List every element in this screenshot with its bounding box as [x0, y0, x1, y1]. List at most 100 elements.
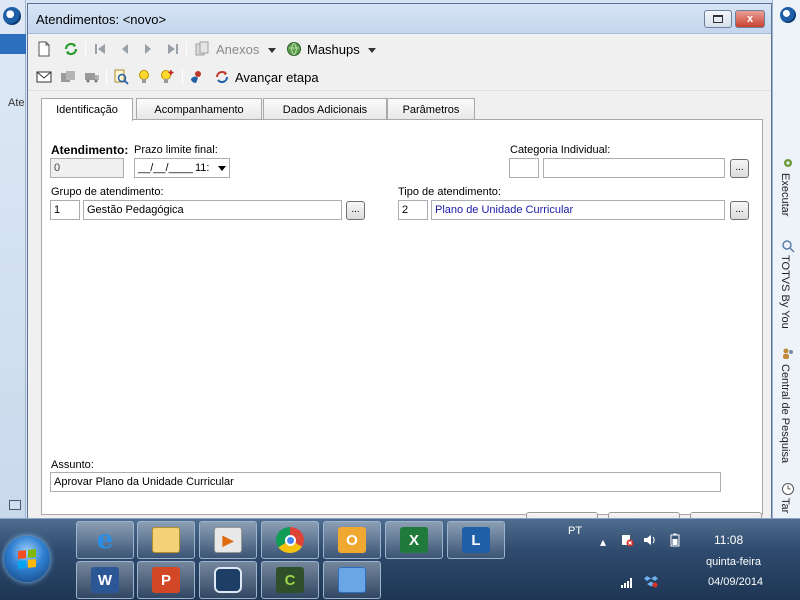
background-left-pane: Ate [0, 0, 26, 518]
control-panel-icon [338, 567, 366, 593]
people-icon [781, 346, 795, 360]
prazo-dropdown-icon[interactable] [218, 166, 226, 171]
toolbar-separator [182, 69, 183, 85]
taskbar-control-panel[interactable] [323, 561, 381, 599]
truck-icon [84, 69, 100, 85]
windows-logo-icon [18, 549, 36, 569]
battery-icon[interactable] [668, 533, 682, 547]
categoria-label: Categoria Individual: [510, 144, 611, 156]
toolbar-primary: Anexos Mashups [28, 35, 771, 63]
categoria-lookup-button[interactable]: ... [730, 159, 749, 178]
internet-explorer-icon: e [96, 525, 114, 555]
clock-time[interactable]: 11:08 [714, 533, 743, 547]
toolbar-separator [85, 41, 86, 57]
grupo-name-field[interactable]: Gestão Pedagógica [83, 200, 342, 220]
first-record-icon[interactable] [92, 41, 108, 57]
virtualbox-icon [214, 567, 242, 593]
prazo-limite-field[interactable]: __/__/____ 11: [134, 158, 230, 178]
volume-icon[interactable] [643, 533, 657, 547]
envelope-icon[interactable] [36, 69, 52, 85]
avancar-etapa-button[interactable]: Avançar etapa [235, 70, 319, 85]
search-document-icon[interactable] [113, 69, 129, 85]
tab-dados-adicionais[interactable]: Dados Adicionais [263, 98, 387, 120]
mashups-button[interactable]: Mashups [307, 42, 360, 57]
refresh-icon[interactable] [63, 41, 79, 57]
taskbar-excel[interactable]: X [385, 521, 443, 559]
lightbulb-icon[interactable] [136, 69, 152, 85]
tipo-atendimento-label: Tipo de atendimento: [398, 186, 501, 198]
grupo-lookup-button[interactable]: ... [346, 201, 365, 220]
taskbar-lync[interactable]: L [447, 521, 505, 559]
attachment-icon [194, 41, 210, 57]
powerpoint-icon: P [152, 567, 180, 593]
side-tab-executar[interactable]: Executar [779, 173, 791, 216]
action-center-icon[interactable] [620, 533, 634, 547]
tab-parametros[interactable]: Parâmetros [387, 98, 475, 120]
toolbar-separator [106, 69, 107, 85]
last-record-icon[interactable] [165, 41, 181, 57]
chrome-icon [276, 527, 304, 553]
tipo-code-field[interactable]: 2 [398, 200, 428, 220]
taskbar-word[interactable]: W [76, 561, 134, 599]
camtasia-icon: C [276, 567, 304, 593]
search-icon [781, 239, 795, 253]
toolbar-secondary: Avançar etapa [28, 63, 771, 91]
toolbar-separator [186, 41, 187, 57]
tab-acompanhamento[interactable]: Acompanhamento [136, 98, 262, 120]
excel-icon: X [400, 527, 428, 553]
taskbar-internet-explorer[interactable]: e [76, 521, 134, 559]
word-icon: W [91, 567, 119, 593]
advance-stage-icon[interactable] [214, 69, 230, 85]
window-titlebar[interactable]: Atendimentos: <novo> x [28, 4, 771, 34]
prazo-date-value: __/__/____ [138, 162, 194, 174]
dropbox-icon[interactable] [644, 574, 658, 588]
previous-record-icon[interactable] [117, 41, 133, 57]
taskbar-outlook[interactable]: O [323, 521, 381, 559]
start-button[interactable] [4, 536, 50, 582]
categoria-name-field[interactable] [543, 158, 725, 178]
new-document-icon[interactable] [36, 41, 52, 57]
background-left-label: Ate [8, 97, 25, 109]
taskbar-camtasia[interactable]: C [261, 561, 319, 599]
lightbulb-plus-icon[interactable] [159, 69, 175, 85]
side-tab-central-de-pesquisa[interactable]: Central de Pesquisa [779, 364, 791, 463]
anexos-dropdown-icon[interactable] [268, 48, 276, 53]
outlook-icon: O [338, 527, 366, 553]
mashups-globe-icon [286, 41, 302, 57]
anexos-button: Anexos [216, 42, 260, 57]
phone-person-icon[interactable] [189, 69, 205, 85]
tipo-name-field[interactable]: Plano de Unidade Curricular [431, 200, 725, 220]
chrome-center-icon [284, 534, 296, 546]
close-button[interactable]: x [735, 10, 765, 28]
background-right-pane: Executar TOTVS By You Central de Pesquis… [772, 0, 800, 518]
taskbar-file-explorer[interactable] [137, 521, 195, 559]
next-record-icon[interactable] [140, 41, 156, 57]
restore-icon [713, 15, 723, 23]
restore-button[interactable] [704, 10, 732, 28]
network-signal-icon[interactable] [620, 575, 634, 589]
window-title: Atendimentos: <novo> [36, 12, 167, 27]
clock-icon [781, 482, 795, 496]
taskbar-media-player[interactable]: ▶ [199, 521, 257, 559]
prazo-limite-label: Prazo limite final: [134, 144, 218, 156]
monitor-icon[interactable] [9, 500, 21, 510]
side-tab-totvs-by-you[interactable]: TOTVS By You [779, 255, 791, 329]
grupo-code-field[interactable]: 1 [50, 200, 80, 220]
show-hidden-icons-icon[interactable]: ▴ [596, 535, 610, 549]
help-logo-icon[interactable] [780, 7, 796, 23]
background-ribbon-tab[interactable] [0, 34, 26, 54]
categoria-code-field[interactable] [509, 158, 539, 178]
side-tab-tar[interactable]: Tar [779, 498, 791, 513]
transfer-icon [60, 69, 76, 85]
mashups-dropdown-icon[interactable] [368, 48, 376, 53]
language-indicator[interactable]: PT [568, 525, 582, 537]
tab-identificacao[interactable]: Identificação [41, 98, 133, 121]
taskbar-powerpoint[interactable]: P [137, 561, 195, 599]
taskbar-virtualbox[interactable] [199, 561, 257, 599]
assunto-field[interactable]: Aprovar Plano da Unidade Curricular [50, 472, 721, 492]
clock-weekday: quinta-feira [706, 556, 762, 568]
tipo-lookup-button[interactable]: ... [730, 201, 749, 220]
windows-taskbar: e ▶ O X L W P C PT ▴ 11:08 quinta-feira … [0, 518, 800, 600]
taskbar-chrome[interactable] [261, 521, 319, 559]
gear-icon [781, 156, 795, 170]
